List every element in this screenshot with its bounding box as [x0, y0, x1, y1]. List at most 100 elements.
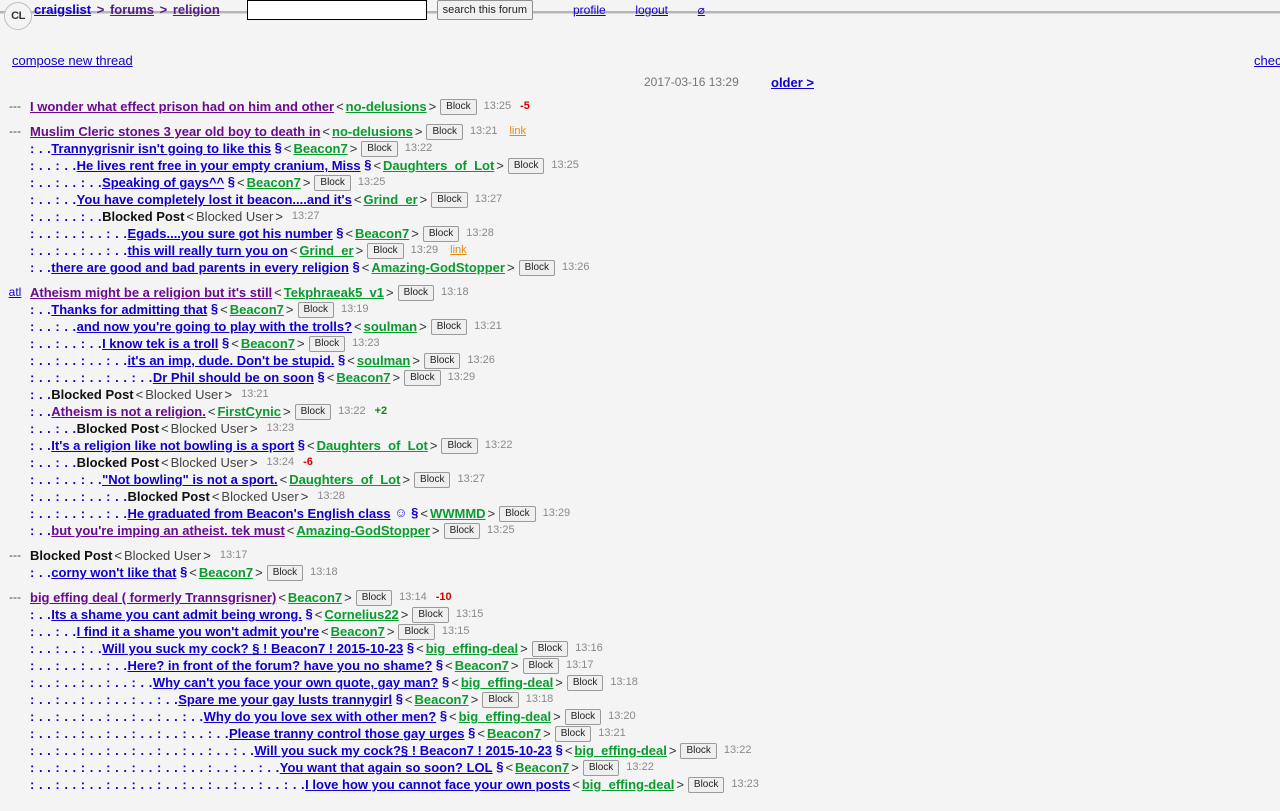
- section-symbol-link[interactable]: §: [552, 742, 563, 757]
- block-user-button[interactable]: Block: [440, 98, 477, 115]
- post-author-link[interactable]: Beacon7: [355, 226, 409, 241]
- thread-location-label[interactable]: atl: [9, 285, 22, 299]
- block-user-button[interactable]: Block: [554, 725, 592, 742]
- post-title-link[interactable]: this will really turn you on: [127, 243, 287, 258]
- post-title-link[interactable]: He graduated from Beacon's English class: [127, 506, 390, 521]
- post-title-link[interactable]: Here? in front of the forum? have you no…: [127, 658, 432, 673]
- block-user-button[interactable]: Block: [355, 589, 393, 606]
- post-title-link[interactable]: Speaking of gays^^: [102, 175, 224, 190]
- block-user-button[interactable]: Block: [266, 564, 304, 581]
- post-author-link[interactable]: Daughters_of_Lot: [383, 158, 494, 173]
- block-user-button[interactable]: Block: [482, 691, 519, 708]
- block-user-button[interactable]: Block: [422, 225, 460, 242]
- block-user-button[interactable]: Block: [431, 191, 468, 208]
- logout-link[interactable]: logout: [635, 3, 668, 17]
- post-title-link[interactable]: there are good and bad parents in every …: [51, 260, 349, 275]
- post-author-link[interactable]: Beacon7: [199, 565, 253, 580]
- section-symbol-link[interactable]: §: [493, 759, 503, 774]
- post-title-link[interactable]: It's a religion like not bowling is a sp…: [51, 438, 294, 453]
- section-symbol-link[interactable]: §: [207, 301, 218, 316]
- post-title-link[interactable]: Egads....you sure got his number: [127, 226, 332, 241]
- post-author-link[interactable]: Amazing-GodStopper: [371, 260, 505, 275]
- block-user-button[interactable]: Block: [297, 301, 334, 318]
- post-author-link[interactable]: soulman: [364, 319, 417, 334]
- section-symbol-link[interactable]: §: [438, 674, 449, 689]
- post-author-link[interactable]: no-delusions: [332, 124, 413, 139]
- post-author-link[interactable]: FirstCynic: [217, 404, 281, 419]
- post-title-link[interactable]: I find it a shame you won't admit you're: [77, 624, 319, 639]
- breadcrumb-item-craigslist[interactable]: craigslist: [34, 2, 91, 17]
- post-author-link[interactable]: WWMMD: [430, 506, 486, 521]
- section-symbol-link[interactable]: §: [432, 657, 443, 672]
- section-symbol-link[interactable]: §: [334, 352, 345, 367]
- block-user-button[interactable]: Block: [564, 708, 602, 725]
- post-title-link[interactable]: "Not bowling" is not a sport.: [102, 472, 278, 487]
- block-user-button[interactable]: Block: [308, 335, 346, 352]
- post-title-link[interactable]: He lives rent free in your empty cranium…: [77, 158, 361, 173]
- block-user-button[interactable]: Block: [426, 123, 463, 140]
- post-title-link[interactable]: Will you suck my cock? § ! Beacon7 ! 201…: [102, 641, 403, 656]
- post-author-link[interactable]: Tekphraeak5_v1: [284, 285, 384, 300]
- post-author-link[interactable]: Beacon7: [288, 590, 342, 605]
- block-user-button[interactable]: Block: [518, 259, 556, 276]
- post-title-link[interactable]: I love how you cannot face your own post…: [305, 777, 570, 792]
- section-symbol-link[interactable]: §: [436, 708, 447, 723]
- block-user-button[interactable]: Block: [441, 437, 478, 454]
- section-symbol-link[interactable]: §: [408, 505, 418, 520]
- section-symbol-link[interactable]: §: [333, 225, 343, 240]
- block-user-button[interactable]: Block: [531, 640, 569, 657]
- compose-new-thread-link[interactable]: compose new thread: [12, 53, 133, 68]
- check-link[interactable]: chec: [1254, 53, 1280, 68]
- block-user-button[interactable]: Block: [566, 674, 604, 691]
- older-page-link[interactable]: older >: [771, 75, 814, 90]
- post-title-link[interactable]: Why do you love sex with other men?: [204, 709, 437, 724]
- block-user-button[interactable]: Block: [314, 174, 351, 191]
- block-user-button[interactable]: Block: [361, 140, 398, 157]
- block-user-button[interactable]: Block: [507, 157, 545, 174]
- post-author-link[interactable]: Beacon7: [336, 370, 390, 385]
- block-user-button[interactable]: Block: [430, 318, 468, 335]
- post-title-link[interactable]: I wonder what effect prison had on him a…: [30, 99, 334, 114]
- section-symbol-link[interactable]: §: [465, 725, 475, 740]
- post-author-link[interactable]: Cornelius22: [324, 607, 398, 622]
- post-title-link[interactable]: Trannygrisnir isn't going to like this: [51, 141, 271, 156]
- post-title-link[interactable]: corny won't like that: [51, 565, 176, 580]
- post-author-link[interactable]: Beacon7: [415, 692, 469, 707]
- post-author-link[interactable]: Grind_er: [363, 192, 417, 207]
- post-title-link[interactable]: and now you're going to play with the tr…: [77, 319, 352, 334]
- block-user-button[interactable]: Block: [582, 759, 620, 776]
- post-title-link[interactable]: Dr Phil should be on soon: [153, 370, 314, 385]
- search-input[interactable]: [247, 0, 427, 20]
- block-user-button[interactable]: Block: [499, 505, 536, 522]
- block-user-button[interactable]: Block: [294, 403, 332, 420]
- post-author-link[interactable]: big_effing-deal: [574, 743, 666, 758]
- post-author-link[interactable]: soulman: [357, 353, 410, 368]
- post-author-link[interactable]: big_effing-deal: [461, 675, 553, 690]
- section-symbol-link[interactable]: §: [392, 691, 403, 706]
- search-this-forum-button[interactable]: search this forum: [436, 0, 533, 20]
- block-user-button[interactable]: Block: [680, 742, 717, 759]
- post-title-link[interactable]: big effing deal ( formerly Trannsgrisner…: [30, 590, 276, 605]
- post-link-tag[interactable]: link: [497, 125, 526, 137]
- section-symbol-link[interactable]: §: [361, 157, 371, 172]
- section-symbol-link[interactable]: §: [302, 606, 313, 621]
- post-author-link[interactable]: Daughters_of_Lot: [317, 438, 428, 453]
- post-title-link[interactable]: Spare me your gay lusts trannygirl: [178, 692, 392, 707]
- block-user-button[interactable]: Block: [423, 352, 461, 369]
- post-author-link[interactable]: Beacon7: [455, 658, 509, 673]
- block-user-button[interactable]: Block: [412, 606, 449, 623]
- section-symbol-link[interactable]: §: [218, 335, 229, 350]
- post-author-link[interactable]: Beacon7: [331, 624, 385, 639]
- post-title-link[interactable]: You want that again so soon? LOL: [280, 760, 493, 775]
- post-title-link[interactable]: Its a shame you cant admit being wrong.: [51, 607, 302, 622]
- block-user-button[interactable]: Block: [404, 369, 441, 386]
- block-user-button[interactable]: Block: [414, 471, 451, 488]
- section-symbol-link[interactable]: §: [349, 259, 360, 274]
- post-author-link[interactable]: Beacon7: [515, 760, 569, 775]
- post-author-link[interactable]: Amazing-GodStopper: [296, 523, 430, 538]
- post-title-link[interactable]: Atheism is not a religion.: [51, 404, 206, 419]
- post-title-link[interactable]: You have completely lost it beacon....an…: [77, 192, 352, 207]
- post-title-link[interactable]: Muslim Cleric stones 3 year old boy to d…: [30, 124, 320, 139]
- block-user-button[interactable]: Block: [522, 657, 559, 674]
- post-author-link[interactable]: Beacon7: [241, 336, 295, 351]
